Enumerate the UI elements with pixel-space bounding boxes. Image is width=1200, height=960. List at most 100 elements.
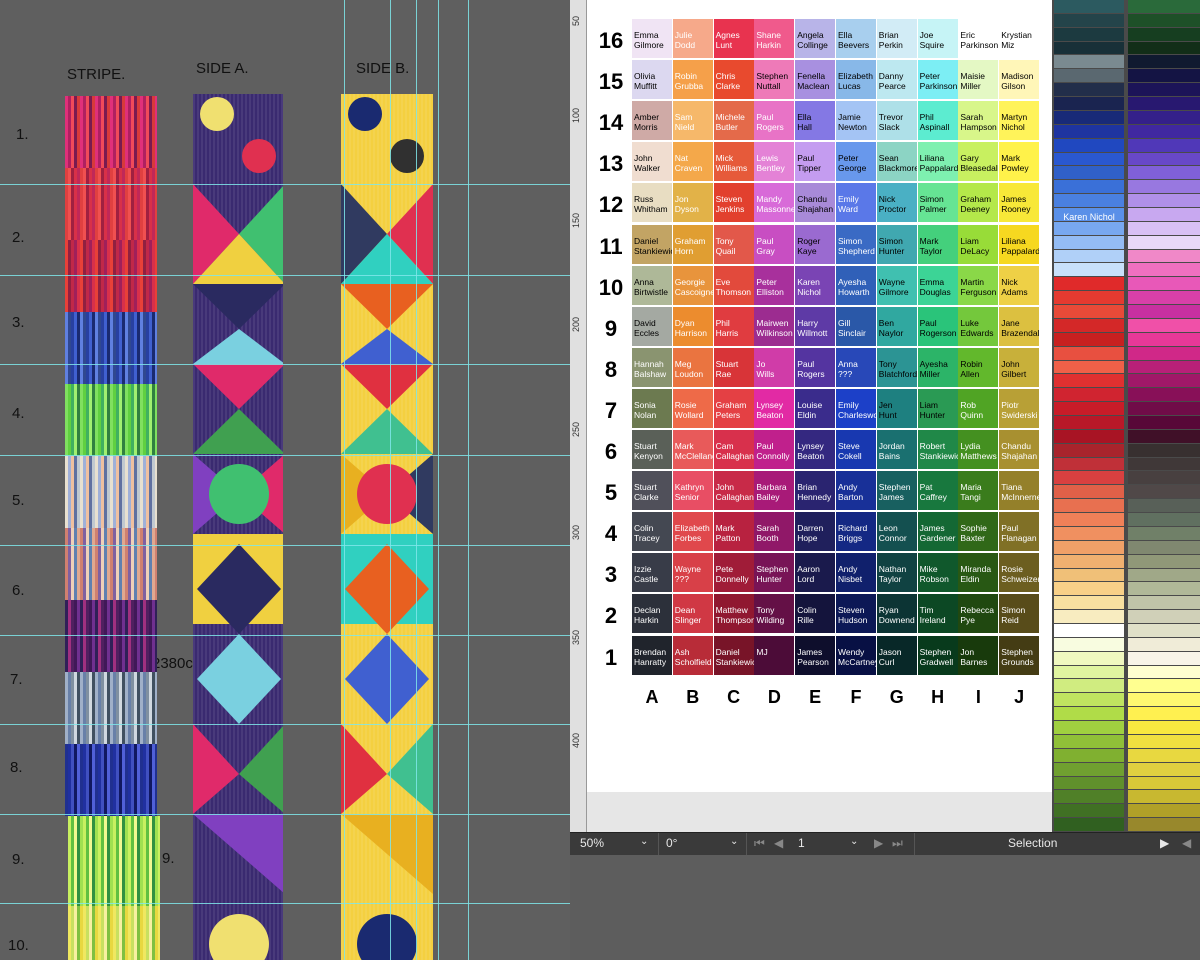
swatch[interactable] [1054, 693, 1124, 707]
swatch[interactable] [1054, 277, 1124, 291]
grid-cell[interactable]: Lynsey Beaton [754, 388, 795, 428]
swatch[interactable] [1054, 762, 1124, 776]
grid-cell[interactable]: LilianaPappalardo [999, 224, 1040, 264]
grid-cell[interactable]: Sonia Nolan [632, 388, 672, 428]
swatch[interactable] [1128, 721, 1200, 734]
grid-cell[interactable]: Martin Ferguson [958, 265, 999, 305]
grid-cell[interactable]: Rebecca Pye [958, 594, 999, 634]
swatch[interactable] [1054, 318, 1124, 332]
swatch[interactable] [1054, 790, 1124, 804]
grid-cell[interactable]: Louise Eldin [795, 388, 836, 428]
grid-cell[interactable]: Sarah Hampson [958, 101, 999, 141]
grid-cell[interactable]: Sam Nield [672, 101, 713, 141]
swatch[interactable] [1054, 499, 1124, 513]
grid-cell[interactable]: James Rooney [999, 183, 1040, 223]
swatch[interactable] [1128, 13, 1200, 27]
swatch[interactable] [1054, 596, 1124, 610]
swatch[interactable] [1054, 166, 1124, 180]
grid-cell[interactable]: Agnes Lunt [713, 19, 754, 58]
grid-cell[interactable]: Martyn Nichol [999, 101, 1040, 141]
swatch[interactable] [1054, 471, 1124, 485]
swatch[interactable] [1128, 804, 1200, 818]
grid-cell[interactable]: Hannah Balshaw [632, 347, 672, 387]
grid-cell[interactable]: Simon Palmer [917, 183, 958, 223]
swatch[interactable] [1128, 776, 1200, 790]
grid-cell[interactable]: Jon Barnes [958, 635, 999, 675]
swatch[interactable] [1128, 318, 1200, 332]
grid-cell[interactable]: Ash Scholfield [672, 635, 713, 675]
swatch[interactable] [1128, 499, 1200, 513]
grid-cell[interactable]: Mark Powley [999, 142, 1040, 182]
swatch[interactable] [1128, 305, 1200, 318]
grid-cell[interactable]: Julie Dodd [672, 19, 713, 58]
grid-cell[interactable]: Jen Hunt [876, 388, 917, 428]
swatch[interactable] [1128, 249, 1200, 263]
swatch[interactable] [1054, 97, 1124, 110]
grid-cell[interactable]: Peter Elliston [754, 265, 795, 305]
swatch[interactable] [1054, 748, 1124, 762]
swatch[interactable] [1128, 208, 1200, 221]
grid-cell[interactable]: Stephen James [876, 471, 917, 511]
grid-cell[interactable]: Ella Hall [795, 101, 836, 141]
swatch[interactable] [1054, 568, 1124, 582]
grid-cell[interactable]: Cam Callaghan [713, 430, 754, 469]
swatch[interactable] [1054, 582, 1124, 596]
swatch[interactable] [1054, 291, 1124, 305]
grid-cell[interactable]: Emily Ward [836, 183, 876, 223]
grid-cell[interactable]: Maria Tangi [958, 471, 999, 511]
grid-cell[interactable]: Ayesha Howarth [836, 265, 876, 305]
grid-cell[interactable]: Matthew Thompson [713, 594, 754, 634]
grid-cell[interactable]: Wayne??? [672, 553, 713, 593]
swatch[interactable] [1054, 346, 1124, 360]
grid-cell[interactable]: Ayesha Miller [917, 347, 958, 387]
swatch[interactable] [1054, 332, 1124, 346]
grid-cell[interactable]: Wayne Gilmore [876, 265, 917, 305]
swatch[interactable] [1128, 69, 1200, 83]
swatch[interactable] [1054, 485, 1124, 499]
swatch[interactable] [1054, 554, 1124, 568]
swatch[interactable] [1054, 637, 1124, 651]
grid-cell[interactable]: Colin Rille [795, 594, 836, 634]
swatch[interactable] [1128, 166, 1200, 180]
swatch[interactable] [1054, 180, 1124, 194]
grid-cell[interactable]: Wendy McCartney [836, 635, 876, 675]
grid-cell[interactable]: Shane Harkin [754, 19, 795, 58]
swatch[interactable] [1128, 263, 1200, 277]
grid-cell[interactable]: Robin Allen [958, 347, 999, 387]
grid-cell[interactable]: Gary Bleasedale [958, 142, 999, 182]
grid-cell[interactable]: Jason Curl [876, 635, 917, 675]
page-dropdown-icon[interactable]: ⌄ [850, 836, 858, 847]
swatch[interactable] [1054, 734, 1124, 748]
swatch[interactable] [1128, 152, 1200, 166]
grid-cell[interactable]: Ella Beevers [836, 19, 876, 58]
grid-cell[interactable]: Danny Pearce [876, 60, 917, 100]
page-number-input[interactable]: 1 [798, 836, 805, 850]
grid-cell[interactable]: Graham Horn [672, 224, 713, 264]
grid-cell[interactable]: Simon Hunter [876, 224, 917, 264]
swatch[interactable] [1128, 221, 1200, 235]
grid-cell[interactable]: Nat Craven [672, 142, 713, 182]
grid-cell[interactable]: Olivia Muffitt [632, 60, 672, 100]
grid-cell[interactable]: Mick Williams [713, 142, 754, 182]
grid-cell[interactable]: Maisie Miller [958, 60, 999, 100]
swatch[interactable] [1128, 540, 1200, 554]
grid-cell[interactable]: Mark McClelland [672, 430, 713, 469]
grid-cell[interactable]: Stephen Nuttall [754, 60, 795, 100]
swatch[interactable] [1054, 416, 1124, 429]
grid-cell[interactable]: EmilyCharlesworth [836, 388, 876, 428]
grid-cell[interactable]: Richard Briggs [836, 512, 876, 552]
grid-cell[interactable]: Phil Aspinall [917, 101, 958, 141]
swatch[interactable] [1128, 693, 1200, 707]
swatch[interactable] [1128, 388, 1200, 402]
vertical-ruler[interactable]: 50 100 150 200 250 300 350 400 [570, 0, 587, 832]
swatch[interactable] [1054, 110, 1124, 124]
grid-cell[interactable]: Lynsey Beaton [795, 430, 836, 469]
swatch[interactable] [1128, 707, 1200, 721]
swatch[interactable] [1128, 138, 1200, 152]
swatch[interactable] [1054, 374, 1124, 388]
grid-cell[interactable]: Amber Morris [632, 101, 672, 141]
swatch[interactable] [1054, 263, 1124, 277]
swatch[interactable] [1128, 471, 1200, 485]
stripe-panel[interactable] [65, 96, 157, 816]
swatch[interactable] [1054, 13, 1124, 27]
